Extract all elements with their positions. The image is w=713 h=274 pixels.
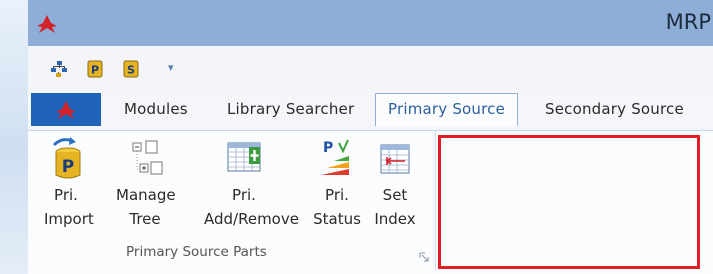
svg-text:P: P [62, 157, 74, 177]
dialog-launcher-icon[interactable] [418, 251, 430, 263]
grid-add-icon [227, 142, 261, 172]
pri-add-remove-line1: Pri. [232, 186, 256, 204]
quick-access-toolbar: P S ▾ [28, 46, 713, 91]
title-bar: MRP [28, 0, 713, 46]
highlight-box [438, 135, 700, 269]
s-badge-icon[interactable]: S [122, 60, 140, 78]
tab-secondary-source[interactable]: Secondary Source [545, 100, 684, 118]
svg-text:P: P [323, 140, 333, 156]
group-separator [435, 131, 436, 271]
pri-import-line1: Pri. [54, 186, 78, 204]
index-table-icon [380, 144, 410, 174]
manage-tree-line1: Manage [116, 186, 176, 204]
desktop-edge [0, 0, 28, 274]
set-index-line2: Index [374, 210, 416, 228]
ribbon-panel: P Pri. Import Manage Tree Pri. Add/Remov… [28, 130, 713, 274]
window-title: MRP [665, 10, 711, 34]
database-import-icon: P [52, 137, 81, 179]
pri-add-remove-button[interactable]: Pri. Add/Remove [204, 137, 299, 231]
pri-status-line1: Pri. [325, 186, 349, 204]
tab-modules[interactable]: Modules [124, 100, 188, 118]
p-badge-icon[interactable]: P [86, 60, 104, 78]
app-logo-icon[interactable] [36, 14, 58, 34]
manage-tree-line2: Tree [129, 210, 161, 228]
ribbon-tabs: Modules Library Searcher Primary Source … [28, 90, 713, 130]
customize-toolbar-dropdown[interactable]: ▾ [168, 62, 174, 73]
app-window: MRP P S ▾ Modules Library Searcher Prima… [28, 0, 713, 274]
set-index-line1: Set [382, 186, 408, 204]
tab-primary-source[interactable]: Primary Source [375, 93, 519, 126]
tab-library-searcher[interactable]: Library Searcher [227, 100, 354, 118]
svg-text:P: P [91, 64, 99, 77]
status-bars-icon: P [321, 139, 349, 175]
pri-add-remove-line2: Add/Remove [204, 210, 299, 228]
org-chart-icon[interactable] [50, 60, 68, 78]
app-logo-icon [56, 101, 76, 119]
group-label-primary-source-parts: Primary Source Parts [126, 244, 267, 260]
pri-import-line2: Import [44, 210, 94, 228]
set-index-button[interactable]: Set Index [372, 137, 418, 231]
tree-icon [132, 140, 163, 175]
pri-import-button[interactable]: P Pri. Import [44, 137, 94, 231]
file-tab[interactable] [31, 93, 101, 126]
manage-tree-button[interactable]: Manage Tree [116, 137, 176, 231]
svg-text:S: S [127, 64, 135, 77]
pri-status-line2: Status [313, 210, 361, 228]
pri-status-button[interactable]: P Pri. Status [312, 137, 362, 231]
